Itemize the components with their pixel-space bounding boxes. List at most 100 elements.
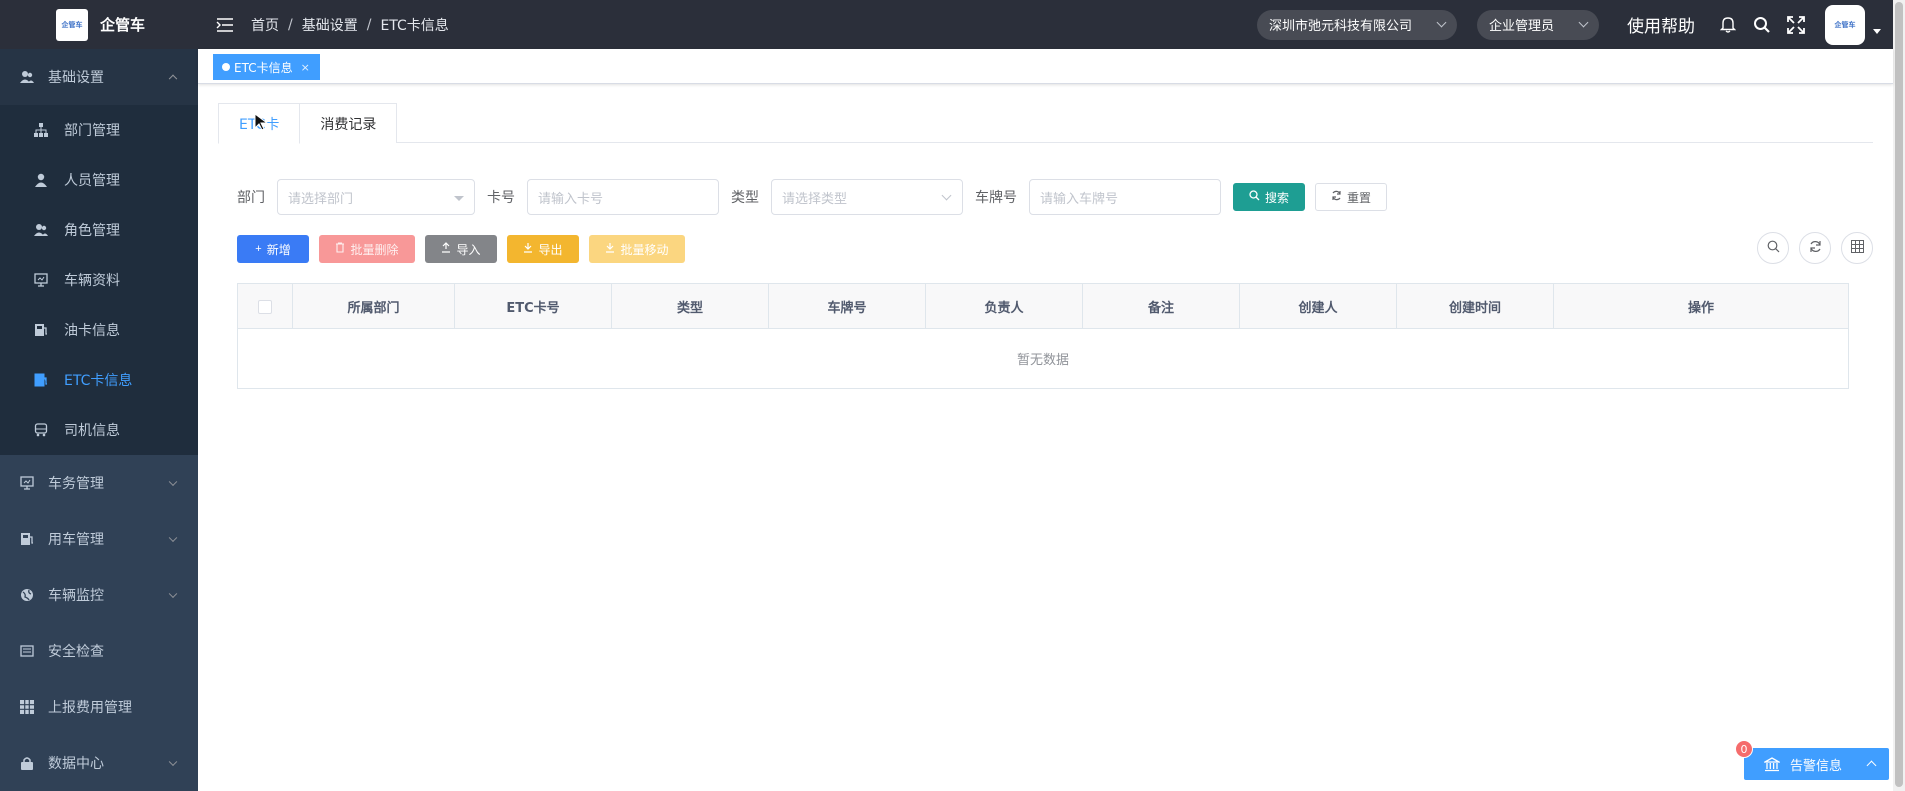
main-content: ETC卡 消费记录 部门 请选择部门 卡号 请输入卡号 类型 请选择类型 车牌号… [198, 85, 1893, 791]
export-button[interactable]: 导出 [507, 235, 579, 263]
search-button-label: 搜索 [1264, 190, 1289, 205]
search-button[interactable]: 搜索 [1233, 183, 1305, 211]
reset-button[interactable]: 重置 [1315, 183, 1387, 211]
fullscreen-icon[interactable] [1786, 15, 1806, 35]
grid-icon [20, 700, 34, 714]
sidebar-item-department[interactable]: 部门管理 [0, 105, 198, 155]
export-button-label: 导出 [538, 242, 563, 257]
sidebar-item-roles[interactable]: 角色管理 [0, 205, 198, 255]
breadcrumb-home[interactable]: 首页 [251, 15, 279, 35]
batch-delete-label: 批量删除 [350, 242, 399, 257]
sidebar-group-basic-settings[interactable]: 基础设置 [0, 49, 198, 105]
reset-button-label: 重置 [1346, 190, 1371, 205]
sidebar-item-personnel[interactable]: 人员管理 [0, 155, 198, 205]
batch-move-button[interactable]: 批量移动 [589, 235, 685, 263]
column-header[interactable]: 备注 [1083, 284, 1240, 329]
sidebar-item-etc-card[interactable]: ETC卡信息 [0, 355, 198, 405]
column-header[interactable]: 所属部门 [293, 284, 455, 329]
car-affairs-icon [20, 476, 34, 490]
active-dot-icon [222, 63, 230, 71]
sidebar-item-drivers[interactable]: 司机信息 [0, 405, 198, 455]
add-button[interactable]: + 新增 [237, 235, 309, 263]
scrollbar-thumb[interactable] [1895, 2, 1903, 787]
search-form: 部门 请选择部门 卡号 请输入卡号 类型 请选择类型 车牌号 请输入车牌号 搜索 [218, 179, 1873, 215]
table-toolbar: + 新增 批量删除 导入 导出 批量移动 [218, 232, 1873, 264]
breadcrumb-basic-settings[interactable]: 基础设置 [302, 15, 358, 35]
sidebar-group-safety-check[interactable]: 安全检查 [0, 623, 198, 679]
app-logo[interactable]: 企管车 企管车 [0, 0, 198, 49]
hamburger-icon[interactable] [215, 15, 235, 35]
chevron-down-icon [168, 533, 178, 543]
people-icon [20, 70, 34, 84]
page-scrollbar[interactable] [1893, 0, 1905, 791]
bell-icon[interactable] [1718, 15, 1738, 35]
columns-button[interactable] [1841, 232, 1873, 264]
chevron-down-icon [168, 477, 178, 487]
header-actions: 深圳市弛元科技有限公司 企业管理员 使用帮助 企管车 [1256, 0, 1881, 49]
select-all-cell [238, 284, 293, 329]
batch-delete-button[interactable]: 批量删除 [319, 235, 415, 263]
fuel-card-icon [34, 323, 48, 337]
sidebar-group-expense-report[interactable]: 上报费用管理 [0, 679, 198, 735]
sidebar-item-vehicles[interactable]: 车辆资料 [0, 255, 198, 305]
refresh-icon [1809, 240, 1822, 257]
column-header[interactable]: 负责人 [926, 284, 1083, 329]
close-icon[interactable]: × [301, 61, 310, 74]
sidebar-item-label: 车辆资料 [64, 273, 120, 289]
breadcrumb: 首页 / 基础设置 / ETC卡信息 [251, 15, 449, 35]
column-header[interactable]: ETC卡号 [455, 284, 612, 329]
card-label: 卡号 [487, 190, 515, 206]
tag-label: ETC卡信息 [234, 60, 293, 75]
import-button[interactable]: 导入 [425, 235, 497, 263]
sidebar-item-label: 角色管理 [64, 223, 120, 239]
sidebar-group-car-use[interactable]: 用车管理 [0, 511, 198, 567]
alarm-panel-toggle[interactable]: 告警信息 [1744, 748, 1889, 780]
dept-select[interactable]: 请选择部门 [277, 179, 475, 215]
tag-etc-card[interactable]: ETC卡信息 × [213, 54, 320, 80]
etc-card-table: 所属部门 ETC卡号 类型 车牌号 负责人 备注 创建人 创建时间 操作 暂无数… [237, 283, 1849, 389]
sidebar-group-data-center[interactable]: 数据中心 [0, 735, 198, 791]
etc-card-icon [34, 373, 48, 387]
select-all-checkbox[interactable] [258, 299, 272, 314]
sidebar-group-label: 上报费用管理 [48, 700, 132, 716]
add-button-label: 新增 [266, 242, 291, 257]
column-header[interactable]: 创建人 [1240, 284, 1397, 329]
search-icon[interactable] [1752, 15, 1772, 35]
type-label: 类型 [731, 190, 759, 206]
table-empty-text: 暂无数据 [1016, 353, 1069, 368]
column-header[interactable]: 创建时间 [1397, 284, 1554, 329]
mouse-cursor-icon [253, 113, 271, 131]
column-header[interactable]: 类型 [612, 284, 769, 329]
card-number-input[interactable]: 请输入卡号 [527, 179, 719, 215]
car-use-icon [20, 532, 34, 546]
role-select[interactable]: 企业管理员 [1476, 9, 1599, 40]
refresh-button[interactable] [1799, 232, 1831, 264]
dept-label: 部门 [237, 190, 265, 206]
column-header: 操作 [1687, 301, 1714, 316]
sidebar-item-fuel-card[interactable]: 油卡信息 [0, 305, 198, 355]
help-link[interactable]: 使用帮助 [1627, 12, 1695, 37]
caret-down-icon[interactable] [1873, 29, 1881, 34]
plate-number-placeholder: 请输入车牌号 [1040, 191, 1119, 207]
breadcrumb-separator: / [366, 16, 372, 33]
sidebar-group-label: 车辆监控 [48, 588, 104, 604]
sidebar-group-car-affairs[interactable]: 车务管理 [0, 455, 198, 511]
trash-icon [335, 242, 345, 256]
sidebar-item-label: 人员管理 [64, 173, 120, 189]
user-icon [34, 173, 48, 187]
type-select[interactable]: 请选择类型 [771, 179, 963, 215]
avatar[interactable]: 企管车 [1825, 4, 1865, 45]
breadcrumb-current: ETC卡信息 [380, 17, 449, 34]
column-header[interactable]: 车牌号 [769, 284, 926, 329]
type-select-placeholder: 请选择类型 [782, 191, 848, 207]
search-icon [1767, 240, 1780, 257]
sidebar-item-label: ETC卡信息 [64, 373, 133, 389]
submenu-basic-settings: 部门管理 人员管理 角色管理 车辆资料 油卡信息 ETC卡信息 司机信息 [0, 105, 198, 455]
toggle-search-button[interactable] [1757, 232, 1789, 264]
plate-number-input[interactable]: 请输入车牌号 [1029, 179, 1221, 215]
company-select[interactable]: 深圳市弛元科技有限公司 [1256, 9, 1457, 40]
breadcrumb-separator: / [288, 16, 293, 33]
sidebar-group-label: 安全检查 [48, 644, 104, 660]
sidebar-group-vehicle-monitor[interactable]: 车辆监控 [0, 567, 198, 623]
tab-consumption-records[interactable]: 消费记录 [300, 103, 398, 143]
